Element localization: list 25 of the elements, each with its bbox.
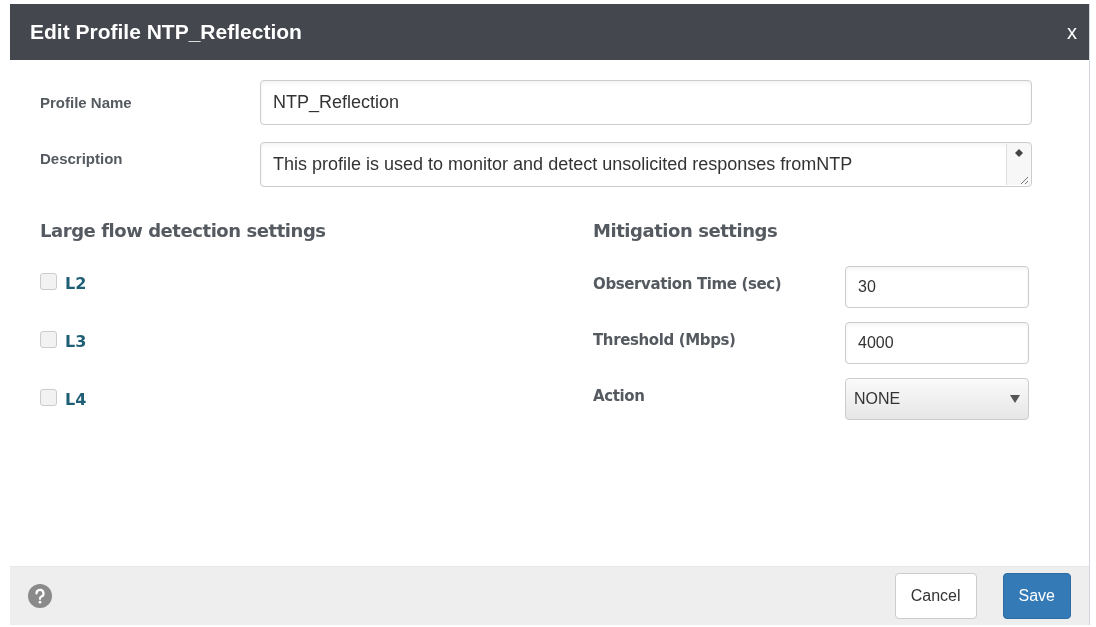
- help-icon[interactable]: [28, 584, 52, 608]
- checkbox[interactable]: [40, 272, 57, 290]
- action-dropdown[interactable]: NONE: [845, 378, 1029, 420]
- input-field[interactable]: NTP_Reflection: [260, 80, 1032, 125]
- scrollbar[interactable]: [1006, 144, 1030, 185]
- dialog-title: Edit Profile NTP_Reflection: [30, 19, 302, 46]
- field-label: Action: [593, 385, 646, 407]
- input-field[interactable]: 4000: [845, 322, 1029, 364]
- section-heading: Large flow detection settings: [40, 219, 327, 243]
- section-heading: Mitigation settings: [593, 219, 779, 243]
- cancel-button[interactable]: Cancel: [894, 573, 977, 619]
- field-label: Profile Name: [40, 93, 133, 113]
- save-button[interactable]: Save: [1002, 573, 1071, 619]
- checkbox-label: L4: [65, 389, 87, 411]
- input-field[interactable]: 30: [845, 266, 1029, 308]
- checkbox[interactable]: [40, 330, 57, 348]
- checkbox-label: L3: [65, 331, 87, 353]
- checkbox[interactable]: [40, 388, 57, 406]
- caret-icon: [1010, 395, 1020, 403]
- description-field[interactable]: This profile is used to monitor and detect unsolicited responses fromNTP: [260, 142, 1032, 187]
- field-label: Description: [40, 149, 124, 169]
- close-button[interactable]: x: [1067, 22, 1077, 42]
- checkbox-label: L2: [65, 273, 87, 295]
- field-label: Threshold (Mbps): [593, 329, 737, 351]
- field-label: Observation Time (sec): [593, 273, 783, 295]
